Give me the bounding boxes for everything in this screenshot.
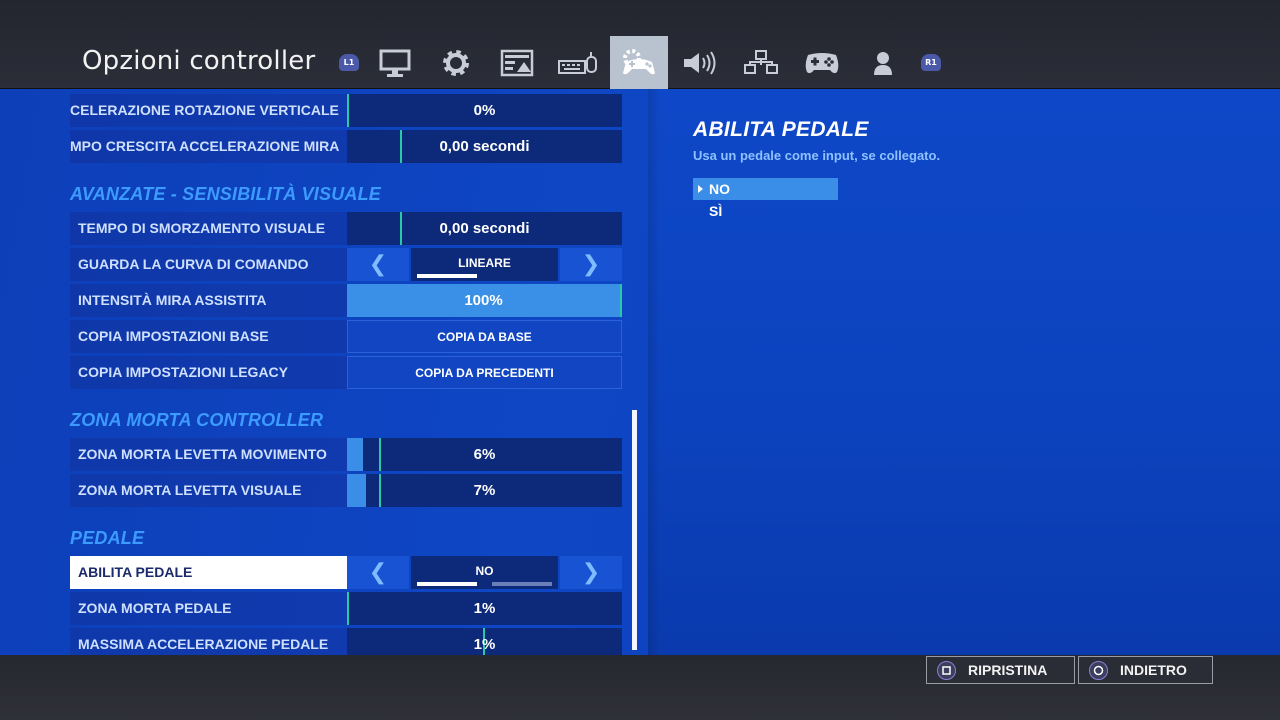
section-heading-deadzone: ZONA MORTA CONTROLLER bbox=[70, 410, 324, 430]
l1-button-icon[interactable]: L1 bbox=[339, 54, 359, 71]
setting-row-look-curve[interactable]: GUARDA LA CURVA DI COMANDO ❮ LINEARE ❯ bbox=[70, 248, 622, 281]
scrollbar[interactable] bbox=[632, 410, 637, 650]
back-button[interactable]: INDIETRO bbox=[1078, 656, 1213, 684]
option-label: SÌ bbox=[709, 203, 723, 219]
tab-accessibility[interactable] bbox=[732, 36, 790, 89]
setting-slider[interactable]: 1% bbox=[347, 628, 622, 655]
copy-base-button[interactable]: COPIA DA BASE bbox=[347, 320, 622, 353]
setting-value-box[interactable]: 0% bbox=[347, 94, 622, 127]
setting-slider[interactable]: 0,00 secondi bbox=[347, 212, 622, 245]
game-ui-icon bbox=[500, 49, 534, 76]
setting-row-pedal-max-accel[interactable]: MASSIMA ACCELERAZIONE PEDALE 1% bbox=[70, 628, 622, 655]
detail-panel: ABILITA PEDALE Usa un pedale come input,… bbox=[648, 89, 1280, 655]
reset-button[interactable]: RIPRISTINA bbox=[926, 656, 1075, 684]
setting-row-look-deadzone[interactable]: ZONA MORTA LEVETTA VISUALE 7% bbox=[70, 474, 622, 507]
button-label: COPIA DA PRECEDENTI bbox=[415, 366, 554, 380]
tab-keyboard-mouse[interactable] bbox=[549, 36, 607, 89]
setting-label: ZONA MORTA PEDALE bbox=[70, 592, 347, 625]
circle-button-icon bbox=[1089, 660, 1108, 680]
r1-button-icon[interactable]: R1 bbox=[921, 54, 941, 71]
setting-value: 100% bbox=[464, 292, 503, 309]
setting-row-pedal-deadzone[interactable]: ZONA MORTA PEDALE 1% bbox=[70, 592, 622, 625]
setting-value: 6% bbox=[473, 446, 496, 463]
setting-value: 1% bbox=[473, 600, 496, 617]
settings-main: CELERAZIONE ROTAZIONE VERTICALE 0% MPO C… bbox=[0, 89, 1280, 655]
option-indicator-active bbox=[417, 582, 477, 586]
gear-icon bbox=[443, 49, 469, 76]
setting-label: ZONA MORTA LEVETTA MOVIMENTO bbox=[70, 438, 347, 471]
gamepad-icon bbox=[805, 52, 839, 73]
setting-label: TEMPO DI SMORZAMENTO VISUALE bbox=[70, 212, 347, 245]
chevron-left-icon[interactable]: ❮ bbox=[347, 248, 409, 281]
setting-label: MASSIMA ACCELERAZIONE PEDALE bbox=[70, 628, 347, 655]
setting-slider[interactable]: 0,00 secondi bbox=[347, 130, 622, 163]
setting-value: 0,00 secondi bbox=[439, 138, 530, 155]
setting-row-copy-base[interactable]: COPIA IMPOSTAZIONI BASE COPIA DA BASE bbox=[70, 320, 622, 353]
square-button-icon bbox=[937, 660, 956, 680]
setting-row-accel-vertical[interactable]: CELERAZIONE ROTAZIONE VERTICALE 0% bbox=[70, 94, 622, 127]
selector-value-box: NO bbox=[411, 556, 558, 589]
setting-row-copy-legacy[interactable]: COPIA IMPOSTAZIONI LEGACY COPIA DA PRECE… bbox=[70, 356, 622, 389]
option-indicator-inactive bbox=[492, 582, 552, 586]
back-label: INDIETRO bbox=[1120, 662, 1187, 678]
setting-slider[interactable]: 6% bbox=[347, 438, 622, 471]
section-heading-pedal: PEDALE bbox=[70, 528, 145, 548]
setting-value: 7% bbox=[473, 482, 496, 499]
tab-video[interactable] bbox=[366, 36, 424, 89]
setting-row-ramp-time[interactable]: MPO CRESCITA ACCELERAZIONE MIRA 0,00 sec… bbox=[70, 130, 622, 163]
tab-game[interactable] bbox=[427, 36, 485, 89]
caret-right-icon bbox=[698, 185, 703, 193]
button-label: COPIA DA BASE bbox=[437, 330, 532, 344]
controller-settings-icon bbox=[623, 48, 655, 74]
tab-hud[interactable] bbox=[488, 36, 546, 89]
setting-row-aim-assist[interactable]: INTENSITÀ MIRA ASSISTITA 100% bbox=[70, 284, 622, 317]
tab-controller[interactable] bbox=[610, 36, 668, 89]
setting-slider[interactable]: 7% bbox=[347, 474, 622, 507]
setting-label: INTENSITÀ MIRA ASSISTITA bbox=[70, 284, 347, 317]
top-bar: Opzioni controller L1 R1 bbox=[0, 0, 1280, 89]
chevron-left-icon[interactable]: ❮ bbox=[347, 556, 409, 589]
detail-title: ABILITA PEDALE bbox=[693, 118, 869, 141]
setting-label: GUARDA LA CURVA DI COMANDO bbox=[70, 248, 347, 281]
account-icon bbox=[874, 51, 892, 75]
setting-value: 0% bbox=[473, 102, 496, 119]
setting-value: 1% bbox=[473, 636, 496, 653]
setting-label: CELERAZIONE ROTAZIONE VERTICALE bbox=[70, 94, 347, 127]
selector-value-box: LINEARE bbox=[411, 248, 558, 281]
bottom-bar: RIPRISTINA INDIETRO bbox=[0, 655, 1280, 720]
reset-label: RIPRISTINA bbox=[968, 662, 1048, 678]
detail-description: Usa un pedale come input, se collegato. bbox=[693, 148, 941, 163]
setting-row-look-damping[interactable]: TEMPO DI SMORZAMENTO VISUALE 0,00 second… bbox=[70, 212, 622, 245]
section-heading-advanced: AVANZATE - SENSIBILITÀ VISUALE bbox=[70, 184, 382, 204]
tab-audio[interactable] bbox=[671, 36, 729, 89]
setting-row-move-deadzone[interactable]: ZONA MORTA LEVETTA MOVIMENTO 6% bbox=[70, 438, 622, 471]
setting-value: 0,00 secondi bbox=[439, 220, 530, 237]
copy-legacy-button[interactable]: COPIA DA PRECEDENTI bbox=[347, 356, 622, 389]
setting-selector[interactable]: ❮ LINEARE ❯ bbox=[347, 248, 622, 281]
setting-slider[interactable]: 1% bbox=[347, 592, 622, 625]
monitor-icon bbox=[379, 49, 411, 77]
page-title: Opzioni controller bbox=[82, 46, 316, 76]
setting-label: COPIA IMPOSTAZIONI BASE bbox=[70, 320, 347, 353]
setting-label: ZONA MORTA LEVETTA VISUALE bbox=[70, 474, 347, 507]
setting-row-enable-pedal[interactable]: ABILITA PEDALE ❮ NO ❯ bbox=[70, 556, 622, 589]
tab-account[interactable] bbox=[854, 36, 912, 89]
setting-label: ABILITA PEDALE bbox=[70, 556, 347, 589]
option-yes[interactable]: SÌ bbox=[693, 200, 838, 222]
setting-slider[interactable]: 100% bbox=[347, 284, 622, 317]
chevron-right-icon[interactable]: ❯ bbox=[560, 248, 622, 281]
keyboard-mouse-icon bbox=[558, 51, 597, 74]
option-label: NO bbox=[709, 181, 730, 197]
chevron-right-icon[interactable]: ❯ bbox=[560, 556, 622, 589]
option-no[interactable]: NO bbox=[693, 178, 838, 200]
accessibility-icon bbox=[744, 49, 778, 74]
tab-gamepad[interactable] bbox=[793, 36, 851, 89]
option-indicator-active bbox=[417, 274, 477, 278]
setting-label: MPO CRESCITA ACCELERAZIONE MIRA bbox=[70, 130, 347, 163]
setting-selector[interactable]: ❮ NO ❯ bbox=[347, 556, 622, 589]
setting-label: COPIA IMPOSTAZIONI LEGACY bbox=[70, 356, 347, 389]
audio-icon bbox=[684, 50, 716, 75]
